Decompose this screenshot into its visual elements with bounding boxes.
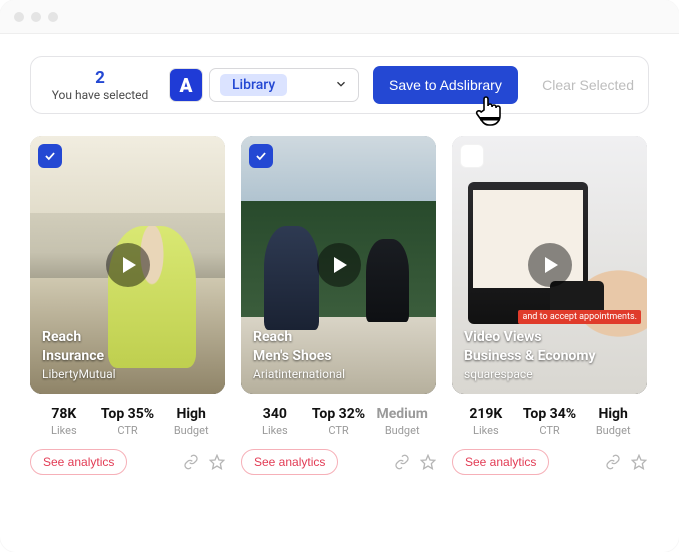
library-group: A Library [169, 68, 359, 102]
ad-stats: 340 Likes Top 32% CTR Medium Budget [241, 406, 436, 437]
ad-caption: Reach Insurance LibertyMutual [30, 318, 128, 394]
stat-ctr-value: Top 34% [518, 406, 582, 422]
library-select-label: Library [220, 74, 287, 96]
stat-ctr-label: CTR [307, 424, 371, 437]
selection-toolbar: 2 You have selected A Library Save to Ad… [30, 56, 649, 114]
stat-ctr: Top 35% CTR [96, 406, 160, 437]
stat-likes-label: Likes [454, 424, 518, 437]
ad-stats: 219K Likes Top 34% CTR High Budget [452, 406, 647, 437]
stat-ctr-label: CTR [96, 424, 160, 437]
stat-budget: High Budget [581, 406, 645, 437]
selected-count-number: 2 [51, 68, 149, 88]
ad-stats: 78K Likes Top 35% CTR High Budget [30, 406, 225, 437]
stat-likes-label: Likes [243, 424, 307, 437]
ad-objective: Reach [253, 328, 345, 347]
ad-advertiser: squarespace [464, 366, 596, 382]
stat-likes-value: 78K [32, 406, 96, 422]
adslibrary-logo: A [169, 68, 203, 102]
stat-budget-value: High [159, 406, 223, 422]
see-analytics-button[interactable]: See analytics [30, 449, 127, 475]
link-icon[interactable] [605, 454, 621, 470]
select-checkbox[interactable] [460, 144, 484, 168]
see-analytics-button[interactable]: See analytics [452, 449, 549, 475]
stat-likes: 340 Likes [243, 406, 307, 437]
ad-caption: Reach Men's Shoes Ariatinternational [241, 318, 357, 394]
window-titlebar [0, 0, 679, 34]
save-to-adslibrary-button[interactable]: Save to Adslibrary [373, 66, 518, 104]
link-icon[interactable] [394, 454, 410, 470]
ad-category: Insurance [42, 347, 116, 366]
stat-ctr-value: Top 32% [307, 406, 371, 422]
play-icon[interactable] [528, 243, 572, 287]
ad-advertiser: LibertyMutual [42, 366, 116, 382]
ad-card: Reach Men's Shoes Ariatinternational 340… [241, 136, 436, 475]
ad-category: Men's Shoes [253, 347, 345, 366]
ad-objective: Video Views [464, 328, 596, 347]
ad-category: Business & Economy [464, 347, 596, 366]
window-dot-close[interactable] [14, 12, 24, 22]
stat-ctr-label: CTR [518, 424, 582, 437]
window-dot-max[interactable] [48, 12, 58, 22]
save-button-label: Save to Adslibrary [389, 77, 502, 93]
stat-budget-value: High [581, 406, 645, 422]
ad-advertiser: Ariatinternational [253, 366, 345, 382]
app-window: 2 You have selected A Library Save to Ad… [0, 0, 679, 552]
ad-actions: See analytics [30, 449, 225, 475]
stat-ctr: Top 34% CTR [518, 406, 582, 437]
see-analytics-button[interactable]: See analytics [241, 449, 338, 475]
ad-actions: See analytics [241, 449, 436, 475]
link-icon[interactable] [183, 454, 199, 470]
play-icon[interactable] [317, 243, 361, 287]
content-area: 2 You have selected A Library Save to Ad… [0, 34, 679, 487]
stat-ctr-value: Top 35% [96, 406, 160, 422]
window-dot-min[interactable] [31, 12, 41, 22]
stat-budget-label: Budget [581, 424, 645, 437]
ad-cards-row: Reach Insurance LibertyMutual 78K Likes … [30, 136, 649, 475]
adslibrary-logo-letter: A [180, 74, 193, 97]
ad-thumbnail[interactable]: Reach Men's Shoes Ariatinternational [241, 136, 436, 394]
library-select[interactable]: Library [209, 68, 359, 102]
clear-selected-button[interactable]: Clear Selected [542, 77, 634, 93]
star-icon[interactable] [631, 454, 647, 470]
stat-budget: High Budget [159, 406, 223, 437]
select-checkbox[interactable] [249, 144, 273, 168]
stat-likes-label: Likes [32, 424, 96, 437]
ad-caption: Video Views Business & Economy squarespa… [452, 318, 608, 394]
ad-actions: See analytics [452, 449, 647, 475]
stat-budget: Medium Budget [370, 406, 434, 437]
ad-objective: Reach [42, 328, 116, 347]
selected-count-label: You have selected [51, 88, 149, 102]
pointer-cursor-icon [474, 92, 508, 136]
see-analytics-label: See analytics [465, 455, 536, 469]
see-analytics-label: See analytics [43, 455, 114, 469]
ad-thumbnail[interactable]: and to accept appointments. Video Views … [452, 136, 647, 394]
stat-budget-label: Budget [370, 424, 434, 437]
select-checkbox[interactable] [38, 144, 62, 168]
play-icon[interactable] [106, 243, 150, 287]
stat-likes-value: 219K [454, 406, 518, 422]
chevron-down-icon [334, 76, 348, 95]
ad-card: Reach Insurance LibertyMutual 78K Likes … [30, 136, 225, 475]
stat-likes-value: 340 [243, 406, 307, 422]
star-icon[interactable] [420, 454, 436, 470]
stat-budget-label: Budget [159, 424, 223, 437]
see-analytics-label: See analytics [254, 455, 325, 469]
ad-card: and to accept appointments. Video Views … [452, 136, 647, 475]
ad-thumbnail[interactable]: Reach Insurance LibertyMutual [30, 136, 225, 394]
stat-likes: 78K Likes [32, 406, 96, 437]
clear-selected-label: Clear Selected [542, 77, 634, 93]
selected-count: 2 You have selected [45, 68, 155, 103]
stat-likes: 219K Likes [454, 406, 518, 437]
stat-ctr: Top 32% CTR [307, 406, 371, 437]
stat-budget-value: Medium [370, 406, 434, 422]
star-icon[interactable] [209, 454, 225, 470]
